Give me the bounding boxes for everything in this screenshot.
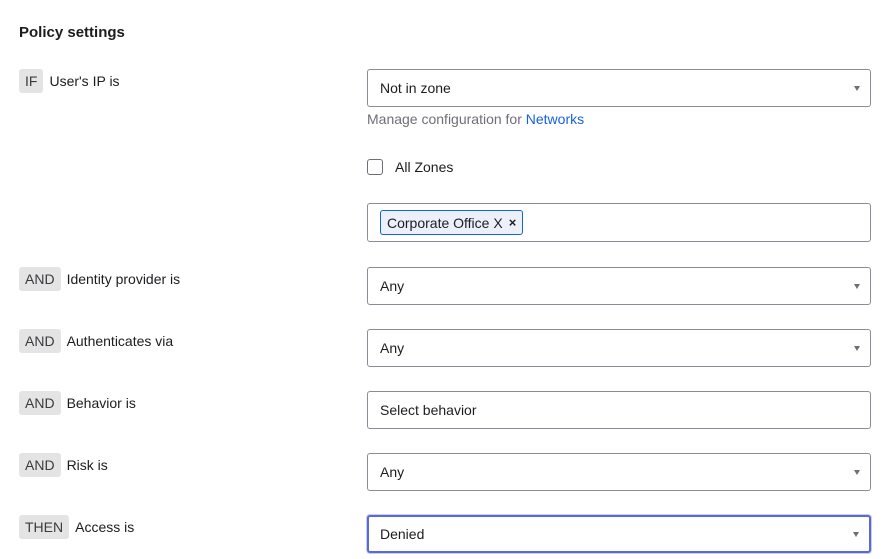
- helper-text: Manage configuration for Networks: [367, 111, 585, 127]
- networks-link[interactable]: Networks: [526, 111, 584, 127]
- operator-badge: IF: [19, 69, 44, 93]
- behavior-input[interactable]: Select behavior: [367, 391, 871, 429]
- identity-provider-select[interactable]: Any: [367, 267, 871, 305]
- operator-badge: AND: [19, 267, 61, 291]
- operator-badge: THEN: [19, 515, 70, 539]
- condition-label-idp: AND Identity provider is: [19, 267, 180, 291]
- condition-label-text: Authenticates via: [66, 333, 174, 349]
- caret-down-icon: [854, 86, 860, 91]
- input-value: Select behavior: [380, 402, 477, 418]
- select-value: Any: [380, 340, 405, 356]
- caret-down-icon: [854, 284, 860, 289]
- caret-down-icon: [854, 470, 860, 475]
- condition-label-access: THEN Access is: [19, 515, 134, 539]
- select-value: Denied: [380, 526, 425, 542]
- condition-label-text: User's IP is: [49, 73, 120, 89]
- policy-settings-panel: Policy settings IF User's IP is Not in z…: [0, 0, 884, 559]
- condition-label-text: Access is: [75, 519, 135, 535]
- zone-chip-label: Corporate Office X: [387, 214, 503, 231]
- operator-badge: AND: [19, 391, 61, 415]
- all-zones-label: All Zones: [395, 159, 454, 175]
- caret-down-icon: [854, 346, 860, 351]
- condition-label-risk: AND Risk is: [19, 453, 108, 477]
- select-value: Any: [380, 278, 405, 294]
- select-value: Any: [380, 464, 405, 480]
- select-value: Not in zone: [380, 80, 451, 96]
- condition-label-auth: AND Authenticates via: [19, 329, 173, 353]
- condition-label-text: Risk is: [66, 457, 108, 473]
- operator-badge: AND: [19, 453, 61, 477]
- operator-badge: AND: [19, 329, 61, 353]
- condition-label-text: Identity provider is: [66, 271, 181, 287]
- zone-chip: Corporate Office X ×: [380, 210, 524, 235]
- remove-chip-icon[interactable]: ×: [509, 215, 517, 230]
- risk-select[interactable]: Any: [367, 453, 871, 491]
- condition-label-text: Behavior is: [66, 395, 136, 411]
- zones-multiselect[interactable]: Corporate Office X ×: [367, 203, 871, 242]
- authenticates-via-select[interactable]: Any: [367, 329, 871, 367]
- access-select[interactable]: Denied: [367, 515, 871, 553]
- ip-zone-select[interactable]: Not in zone: [367, 69, 871, 107]
- condition-label-ip: IF User's IP is: [19, 69, 120, 93]
- caret-down-icon: [853, 532, 859, 537]
- all-zones-option[interactable]: All Zones: [367, 158, 453, 176]
- condition-label-behavior: AND Behavior is: [19, 391, 136, 415]
- all-zones-checkbox[interactable]: [367, 159, 383, 175]
- page-title: Policy settings: [19, 24, 125, 41]
